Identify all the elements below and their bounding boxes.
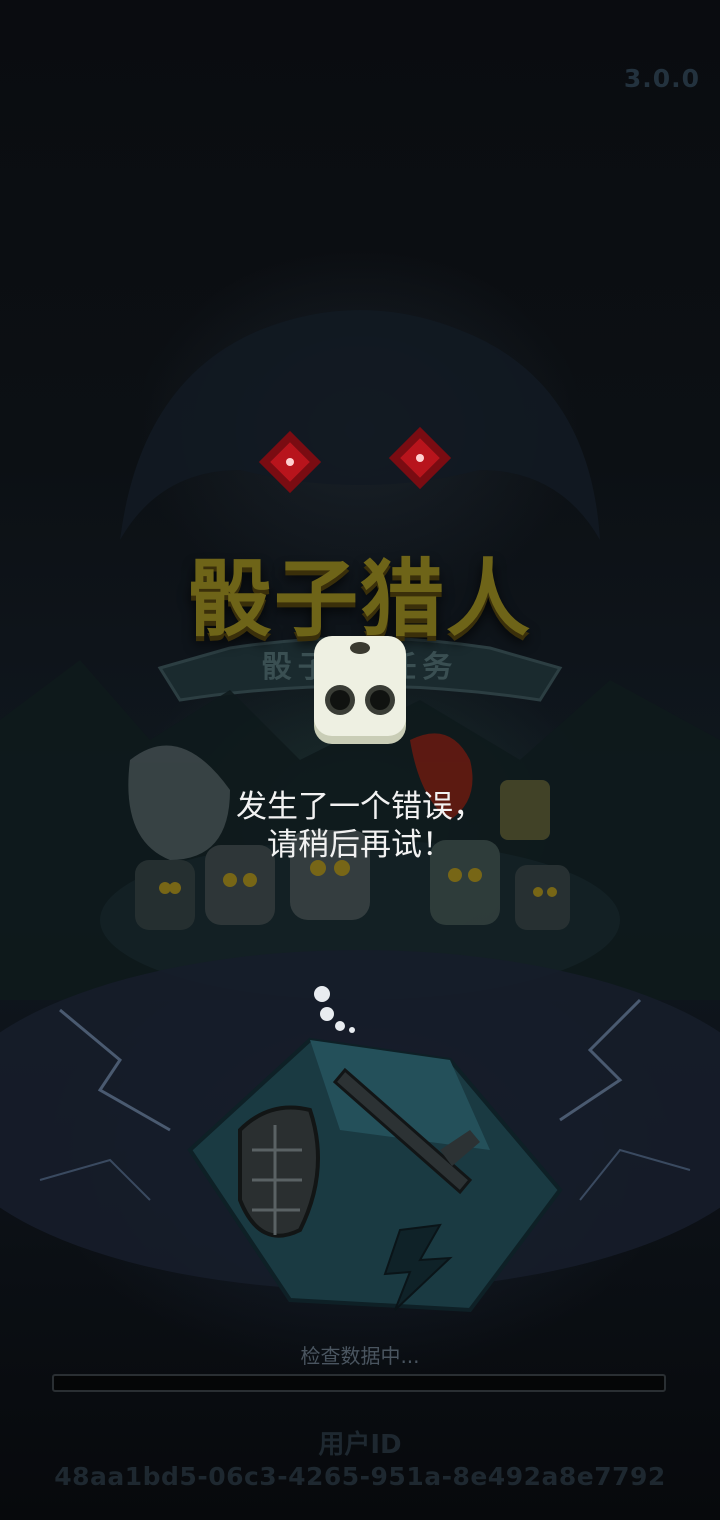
loading-progress-bar (52, 1374, 666, 1392)
background-artwork (0, 310, 720, 1313)
splash-screen: 3.0.0 骰子猎人 骰子 的任务 发生了一个错误， 请稍后再试！ 检查数据中.… (0, 0, 720, 1520)
error-message: 发生了一个错误， 请稍后再试！ (160, 788, 560, 864)
user-id-label: 用户ID (318, 1430, 402, 1460)
loading-status-text: 检查数据中... (300, 1344, 420, 1368)
monster-silhouette (120, 310, 600, 540)
dice-face-icon (314, 636, 406, 744)
version-label: 3.0.0 (623, 64, 700, 93)
error-message-line2: 请稍后再试！ (267, 827, 453, 863)
user-id-value: 48aa1bd5-06c3-4265-951a-8e492a8e7792 (54, 1462, 666, 1491)
error-message-line1: 发生了一个错误， (236, 789, 484, 825)
